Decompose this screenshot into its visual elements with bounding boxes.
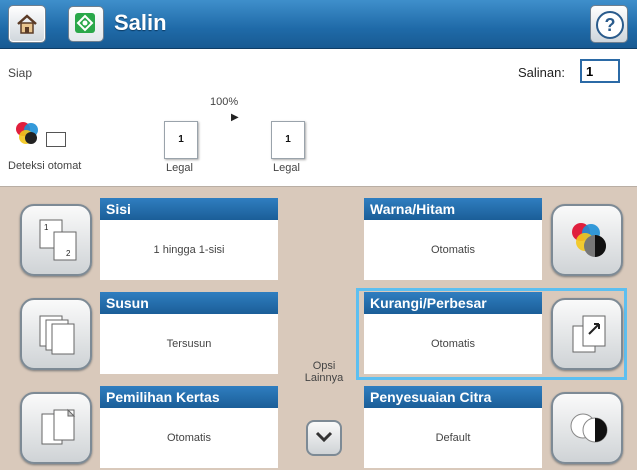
collate-value: Tersusun — [100, 314, 278, 374]
paper-title: Pemilihan Kertas — [100, 386, 278, 408]
color-black-icon — [572, 223, 606, 257]
reduce-value: Otomatis — [364, 314, 542, 374]
home-button[interactable] — [8, 5, 46, 43]
color-black-button[interactable] — [551, 204, 623, 276]
image-value: Default — [364, 408, 542, 468]
paper-select-icon — [41, 408, 76, 445]
collate-title: Susun — [100, 292, 278, 314]
source-page-thumb: 1 — [164, 121, 198, 159]
copy-icon — [75, 13, 95, 33]
more-options-line2: Lainnya — [304, 372, 344, 384]
more-options-line1: Opsi — [312, 360, 336, 372]
reduce-enlarge-icon — [572, 315, 606, 353]
more-options-label: Opsi Lainnya — [296, 360, 352, 384]
color-feature[interactable]: Warna/Hitam Otomatis — [360, 198, 623, 282]
sides-feature[interactable]: 1 2 Sisi 1 hingga 1-sisi — [20, 198, 283, 282]
color-value: Otomatis — [364, 220, 542, 280]
home-icon — [17, 14, 37, 34]
color-title: Warna/Hitam — [364, 198, 542, 220]
sides-value: 1 hingga 1-sisi — [100, 220, 278, 280]
paper-value: Otomatis — [100, 408, 278, 468]
copy-app-icon — [68, 6, 104, 42]
collate-feature[interactable]: Susun Tersusun — [20, 292, 283, 376]
help-button[interactable]: ? — [590, 5, 628, 43]
copies-input[interactable] — [580, 59, 620, 83]
source-paper-label: Legal — [166, 162, 193, 174]
title-bar: Salin ? — [0, 0, 637, 49]
svg-text:1: 1 — [44, 223, 49, 232]
sides-button[interactable]: 1 2 — [20, 204, 92, 276]
collate-button[interactable] — [20, 298, 92, 370]
color-mode-icon — [14, 120, 40, 151]
sides-title: Sisi — [100, 198, 278, 220]
output-paper-label: Legal — [273, 162, 300, 174]
sides-icon: 1 2 — [39, 219, 77, 261]
image-adjust-icon — [570, 413, 608, 443]
zoom-level: 100% — [210, 96, 239, 108]
help-icon: ? — [596, 11, 624, 39]
image-title: Penyesuaian Citra — [364, 386, 542, 408]
arrow-right-icon: ▶ — [231, 112, 239, 123]
paper-select-button[interactable] — [20, 392, 92, 464]
reduce-enlarge-button[interactable] — [551, 298, 623, 370]
status-text: Siap — [8, 66, 33, 80]
copies-label: Salinan: — [518, 65, 565, 80]
more-options-button[interactable] — [306, 420, 342, 456]
paper-feature[interactable]: Pemilihan Kertas Otomatis — [20, 386, 283, 470]
page-title: Salin — [114, 10, 167, 35]
svg-text:2: 2 — [66, 249, 71, 258]
detect-label: Deteksi otomat — [8, 160, 82, 172]
status-panel: Siap Salinan: Deteksi otomat 100% ▶ 1 Le… — [0, 49, 637, 187]
reduce-title: Kurangi/Perbesar — [364, 292, 542, 314]
image-adjust-feature[interactable]: Penyesuaian Citra Default — [360, 386, 623, 470]
scan-source-icon — [46, 132, 66, 147]
image-adjust-button[interactable] — [551, 392, 623, 464]
collate-icon — [39, 315, 75, 355]
output-page-thumb: 1 — [271, 121, 305, 159]
chevron-down-icon — [315, 431, 333, 443]
reduce-enlarge-feature[interactable]: Kurangi/Perbesar Otomatis — [356, 288, 627, 380]
